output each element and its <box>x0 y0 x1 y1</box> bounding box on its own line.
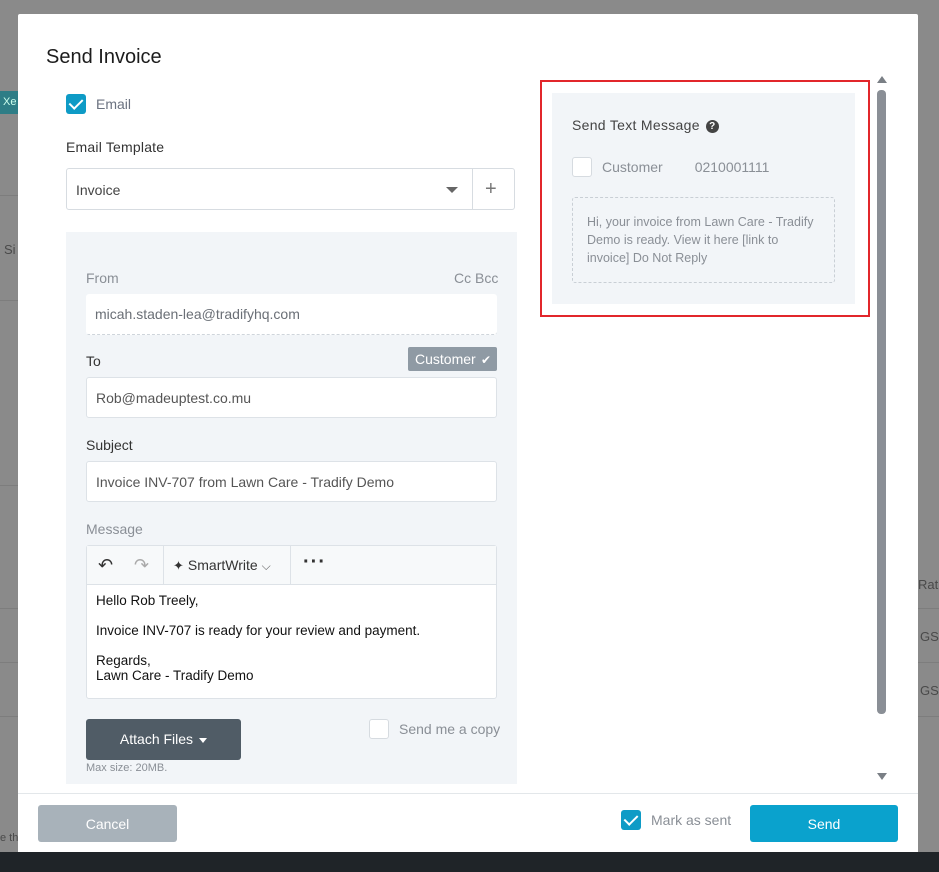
caret-down-icon <box>199 737 208 743</box>
subject-label: Subject <box>86 437 133 453</box>
message-body[interactable]: Hello Rob Treely, Invoice INV-707 is rea… <box>96 593 420 683</box>
message-signature: Lawn Care - Tradify Demo <box>96 668 254 683</box>
sms-customer-row[interactable]: Customer 0210001111 <box>572 157 769 177</box>
plus-icon[interactable]: + <box>485 178 497 201</box>
cancel-button[interactable]: Cancel <box>38 805 177 842</box>
scroll-up-icon[interactable] <box>877 76 887 83</box>
send-copy-label: Send me a copy <box>399 721 501 737</box>
attach-files-button[interactable]: Attach Files <box>86 719 241 760</box>
background-cell: GS <box>920 683 939 698</box>
email-template-select[interactable]: Invoice + <box>66 168 515 210</box>
background-divider <box>0 195 18 196</box>
email-template-label: Email Template <box>66 139 165 155</box>
mark-as-sent-row[interactable]: Mark as sent <box>621 810 731 830</box>
customer-badge-label: Customer <box>415 351 476 367</box>
dialog-title: Send Invoice <box>46 46 162 68</box>
text-message-panel: Send Text Message? Customer 0210001111 H… <box>552 93 855 304</box>
checkmark-icon: ✔ <box>477 353 492 367</box>
editor-toolbar: ↶ ↷ ✦ SmartWrite ⌵ ··· <box>87 546 496 585</box>
sms-message-textarea[interactable]: Hi, your invoice from Lawn Care - Tradif… <box>572 197 835 283</box>
sms-customer-phone: 0210001111 <box>694 159 770 175</box>
email-label: Email <box>96 96 132 112</box>
background-divider <box>0 716 18 717</box>
background-bottom-bar <box>0 852 939 872</box>
background-divider <box>0 300 18 301</box>
message-text: Invoice INV-707 is ready for your review… <box>96 623 421 638</box>
background-column-header: Rat <box>918 577 939 592</box>
send-button[interactable]: Send <box>750 805 898 842</box>
undo-icon[interactable]: ↶ <box>98 555 113 576</box>
toolbar-divider <box>290 546 291 584</box>
cc-bcc-link[interactable]: Cc Bcc <box>454 270 498 286</box>
mark-as-sent-label: Mark as sent <box>651 812 732 828</box>
caret-down-icon[interactable] <box>446 187 458 193</box>
to-field[interactable]: Rob@madeuptest.co.mu <box>86 377 497 418</box>
smartwrite-label: SmartWrite <box>187 557 258 573</box>
text-message-title: Send Text Message? <box>572 117 719 133</box>
help-icon[interactable]: ? <box>705 119 719 133</box>
email-checkbox-row[interactable]: Email <box>66 94 131 114</box>
smartwrite-button[interactable]: ✦ SmartWrite ⌵ <box>173 557 271 574</box>
attach-files-label: Attach Files <box>119 731 194 747</box>
send-copy-checkbox[interactable] <box>369 719 389 739</box>
chevron-down-icon: ⌵ <box>261 559 271 573</box>
subject-field[interactable]: Invoice INV-707 from Lawn Care - Tradify… <box>86 461 497 502</box>
background-divider <box>0 608 18 609</box>
to-label: To <box>86 353 101 369</box>
background-divider <box>0 485 18 486</box>
scroll-down-icon[interactable] <box>877 773 887 780</box>
from-field[interactable]: micah.staden-lea@tradifyhq.com <box>86 294 497 335</box>
redo-icon[interactable]: ↷ <box>134 555 149 576</box>
dialog-footer: Cancel Mark as sent Send <box>18 793 918 852</box>
max-size-note: Max size: 20MB. <box>86 762 168 774</box>
email-form-panel: From Cc Bcc micah.staden-lea@tradifyhq.c… <box>66 232 517 784</box>
background-cell: GS <box>920 629 939 644</box>
from-label: From <box>86 270 119 286</box>
background-divider <box>918 716 939 717</box>
sms-customer-label: Customer <box>602 159 663 175</box>
scroll-thumb[interactable] <box>877 90 886 714</box>
send-copy-row[interactable]: Send me a copy <box>369 719 500 739</box>
send-invoice-dialog: Send Invoice Email Email Template Invoic… <box>18 14 918 852</box>
background-divider <box>918 662 939 663</box>
message-greeting: Hello Rob Treely, <box>96 593 199 608</box>
sparkle-icon: ✦ <box>173 558 184 573</box>
more-options-icon[interactable]: ··· <box>303 551 326 574</box>
background-text: e th <box>0 832 18 844</box>
select-divider <box>472 169 473 209</box>
email-template-value: Invoice <box>76 182 121 198</box>
customer-badge[interactable]: Customer ✔ <box>408 347 497 371</box>
message-editor[interactable]: ↶ ↷ ✦ SmartWrite ⌵ ··· Hello Rob Treely, I… <box>86 545 497 699</box>
dialog-scrollbar[interactable] <box>876 76 888 786</box>
background-chip: Xe <box>0 91 18 114</box>
mark-as-sent-checkbox[interactable] <box>621 810 641 830</box>
background-divider <box>0 662 18 663</box>
sms-customer-checkbox[interactable] <box>572 157 592 177</box>
email-checkbox[interactable] <box>66 94 86 114</box>
message-label: Message <box>86 521 143 537</box>
background-divider <box>918 608 939 609</box>
message-closing: Regards, <box>96 653 151 668</box>
text-message-title-label: Send Text Message <box>572 117 700 133</box>
toolbar-divider <box>163 546 164 584</box>
background-text: Si <box>4 242 16 257</box>
